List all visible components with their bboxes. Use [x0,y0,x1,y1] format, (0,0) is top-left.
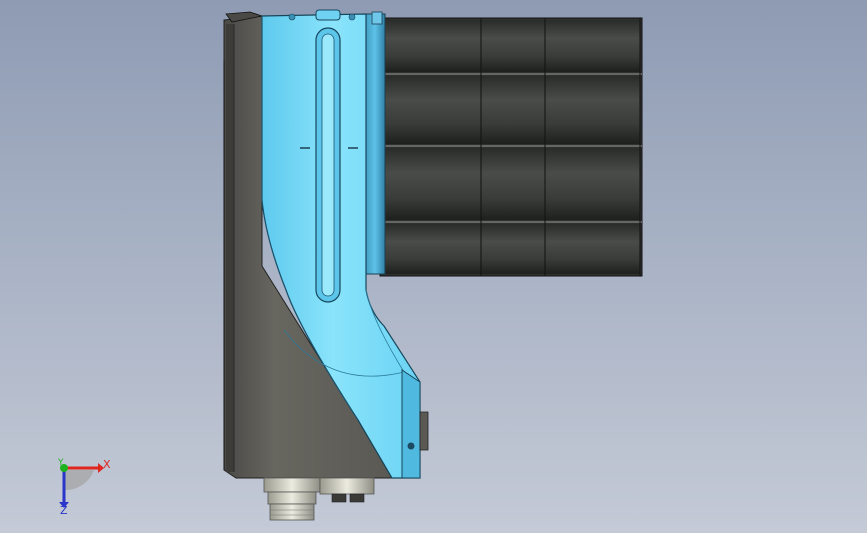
coordinate-triad: X Y Z [57,458,111,517]
cad-viewport[interactable]: X Y Z [0,0,867,533]
z-axis-label: Z [60,504,68,517]
motor-body [379,17,643,277]
cable-connector-right [319,477,375,503]
cable-connector-left [263,477,321,521]
motor-flange [364,11,386,275]
triad-plane-shade [64,470,94,491]
y-axis-label: Y [57,458,64,468]
x-axis-label: X [103,458,111,471]
